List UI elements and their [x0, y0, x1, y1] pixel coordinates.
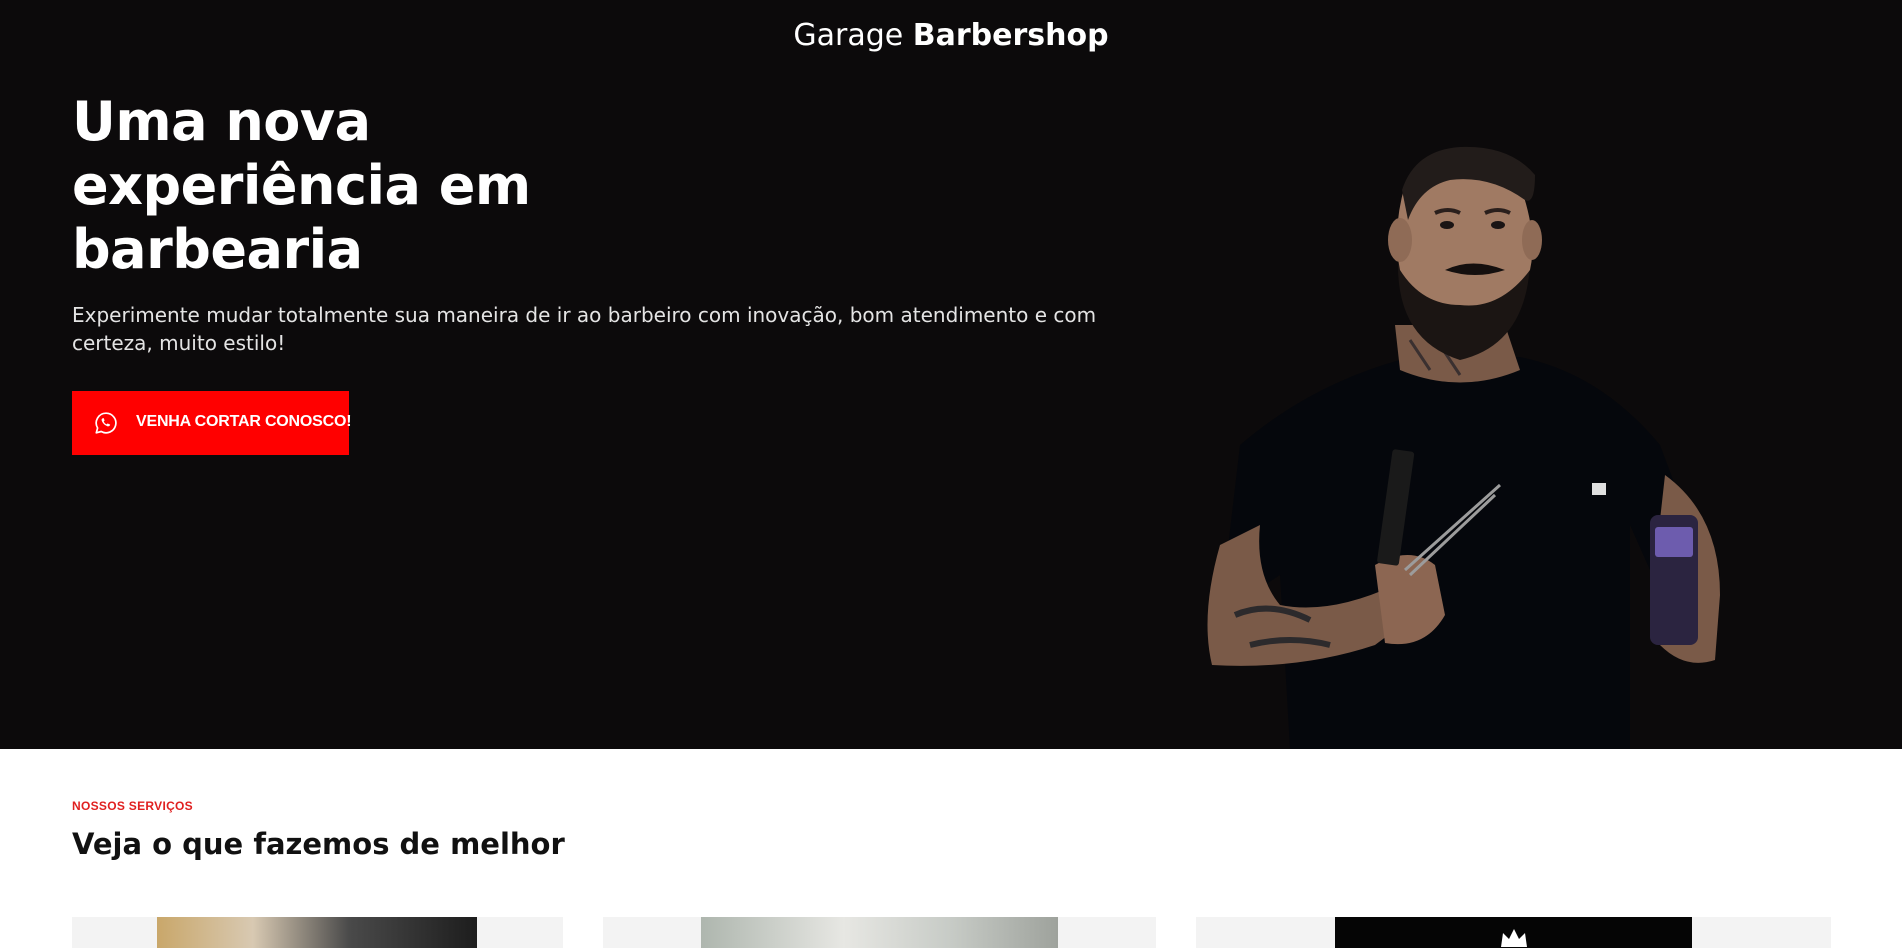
services-eyebrow: NOSSOS SERVIÇOS: [72, 799, 193, 813]
brand-name-bold: Barbershop: [912, 18, 1109, 53]
barber-photo: [1207, 146, 1720, 749]
hero-subtitle: Experimente mudar totalmente sua maneira…: [72, 303, 1097, 355]
brand-logo[interactable]: Garage Barbershop: [0, 18, 1902, 53]
service-card[interactable]: [603, 917, 1156, 948]
service-card-image: [1335, 917, 1692, 948]
service-card-image: [157, 917, 477, 948]
hero-headline: Uma nova experiência em barbearia: [72, 90, 531, 281]
cta-label: VENHA CORTAR CONOSCO!: [136, 413, 352, 430]
service-card[interactable]: [1196, 917, 1831, 948]
brand-name-light: Garage: [793, 18, 904, 53]
services-title: Veja o que fazemos de melhor: [72, 827, 565, 861]
service-card[interactable]: [72, 917, 563, 948]
services-section: NOSSOS SERVIÇOS Veja o que fazemos de me…: [0, 749, 1902, 948]
whatsapp-icon: [95, 412, 117, 434]
hero-section: Garage Barbershop Uma nova experiência e…: [0, 0, 1902, 749]
crown-icon: [1501, 929, 1527, 947]
service-card-image: [701, 917, 1058, 948]
whatsapp-cta-button[interactable]: VENHA CORTAR CONOSCO!: [72, 391, 352, 455]
